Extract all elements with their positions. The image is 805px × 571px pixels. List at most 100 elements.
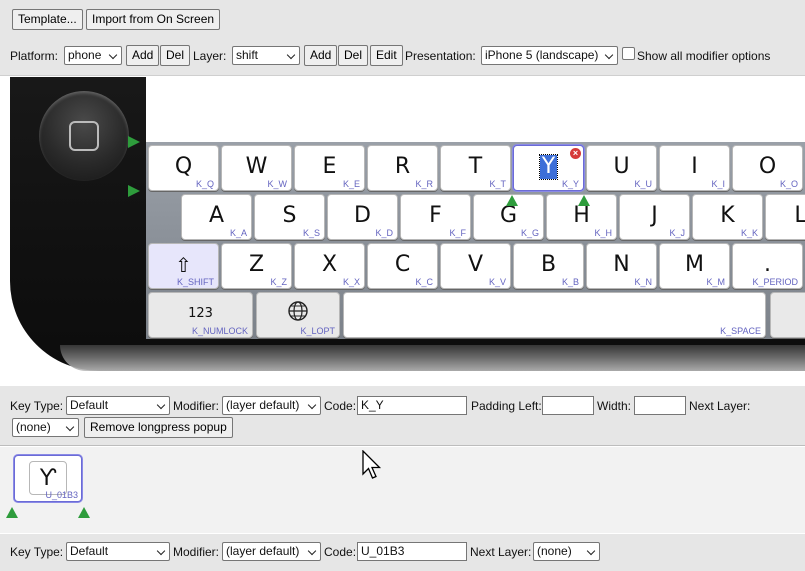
key-k-o[interactable]: O K_O xyxy=(732,145,803,191)
selected-glyph: Y xyxy=(538,154,559,180)
key-k-f[interactable]: F K_F xyxy=(400,194,471,240)
key-k-r[interactable]: R K_R xyxy=(367,145,438,191)
sub-next-layer-select[interactable]: (none) xyxy=(533,542,600,561)
sub-next-layer-label: Next Layer: xyxy=(470,545,532,559)
platform-add-button[interactable]: Add xyxy=(126,45,160,66)
import-button[interactable]: Import from On Screen xyxy=(86,9,221,30)
longpress-key-u-01b3[interactable]: Ƴ U_01B3 xyxy=(14,455,82,502)
key-k-space[interactable]: K_SPACE xyxy=(343,292,766,338)
key-k-n[interactable]: N K_N xyxy=(586,243,657,289)
key-k-numlock[interactable]: 123 K_NUMLOCK xyxy=(148,292,253,338)
show-all-label: Show all modifier options xyxy=(637,49,771,63)
key-id: K_C xyxy=(415,277,433,287)
key-k-e[interactable]: E K_E xyxy=(294,145,365,191)
key-id: K_LOPT xyxy=(300,326,335,336)
key-k-lopt[interactable]: K_LOPT xyxy=(256,292,340,338)
layer-select[interactable]: shift xyxy=(232,46,300,65)
key-k-j[interactable]: J K_J xyxy=(619,194,690,240)
sub-code-label: Code: xyxy=(324,545,357,559)
key-k-z[interactable]: Z K_Z xyxy=(221,243,292,289)
presentation-select[interactable]: iPhone 5 (landscape) xyxy=(481,46,618,65)
longpress-marker-icon[interactable] xyxy=(506,195,518,206)
layer-edit-button[interactable]: Edit xyxy=(370,45,403,66)
key-cap: G xyxy=(499,203,518,228)
key-cap: R xyxy=(394,154,411,179)
key-cap: 123 xyxy=(188,306,213,321)
code-input[interactable]: K_Y xyxy=(357,396,467,415)
template-button[interactable]: Template... xyxy=(12,9,83,30)
key-id: K_O xyxy=(779,179,798,189)
key-k-l[interactable]: L xyxy=(765,194,805,240)
key-k-period[interactable]: . K_PERIOD xyxy=(732,243,803,289)
layer-add-button[interactable]: Add xyxy=(304,45,338,66)
key-k-c[interactable]: C K_C xyxy=(367,243,438,289)
key-k-t[interactable]: T K_T xyxy=(440,145,511,191)
key-cap: I xyxy=(691,154,698,179)
mouse-cursor-icon xyxy=(362,450,382,479)
key-k-q[interactable]: Q K_Q xyxy=(148,145,219,191)
key-k-d[interactable]: D K_D xyxy=(327,194,398,240)
sub-key-type-label: Key Type: xyxy=(10,545,64,559)
key-partial[interactable] xyxy=(770,292,805,338)
key-k-u[interactable]: U K_U xyxy=(586,145,657,191)
key-k-k[interactable]: K K_K xyxy=(692,194,763,240)
key-id: K_Y xyxy=(561,179,579,189)
key-type-select[interactable]: Default xyxy=(66,396,170,415)
key-k-x[interactable]: X K_X xyxy=(294,243,365,289)
key-id: K_B xyxy=(561,277,579,287)
sub-code-input[interactable]: U_01B3 xyxy=(357,542,467,561)
key-id: K_S xyxy=(302,228,320,238)
add-longpress-marker-icon[interactable] xyxy=(78,507,90,518)
key-k-s[interactable]: S K_S xyxy=(254,194,325,240)
key-cap: M xyxy=(685,252,704,277)
key-id: U_01B3 xyxy=(45,490,78,500)
key-id: K_Z xyxy=(270,277,287,287)
platform-del-button[interactable]: Del xyxy=(160,45,191,66)
phone-preview: Q K_Q W K_W E K_E R K_R T K_T Y K_Y × U … xyxy=(0,77,805,385)
longpress-marker-icon[interactable] xyxy=(578,195,590,206)
modifier-select[interactable]: (layer default) xyxy=(222,396,321,415)
sub-modifier-select[interactable]: (layer default) xyxy=(222,542,321,561)
subkey-properties-panel: Key Type: Default Modifier: (layer defau… xyxy=(0,534,805,571)
home-button-icon xyxy=(39,91,129,181)
layer-del-button[interactable]: Del xyxy=(338,45,369,66)
show-all-checkbox[interactable] xyxy=(622,47,635,60)
key-k-y-selected[interactable]: Y K_Y × xyxy=(513,145,584,191)
key-k-v[interactable]: V K_V xyxy=(440,243,511,289)
sub-modifier-label: Modifier: xyxy=(173,545,220,559)
add-row-marker-icon[interactable] xyxy=(128,185,140,197)
add-row-marker-icon[interactable] xyxy=(128,136,140,148)
padding-left-input[interactable] xyxy=(542,396,594,415)
remove-longpress-button[interactable]: Remove longpress popup xyxy=(84,417,233,438)
key-cap: X xyxy=(321,252,338,277)
key-id: K_G xyxy=(520,228,539,238)
add-longpress-marker-icon[interactable] xyxy=(6,507,18,518)
key-id: K_V xyxy=(488,277,506,287)
sub-key-type-select[interactable]: Default xyxy=(66,542,170,561)
layer-label: Layer: xyxy=(193,49,227,63)
width-input[interactable] xyxy=(634,396,686,415)
key-k-shift[interactable]: ⇧ K_SHIFT xyxy=(148,243,219,289)
key-id: K_H xyxy=(594,228,612,238)
padding-left-label: Padding Left: xyxy=(471,399,542,413)
key-id: K_D xyxy=(375,228,393,238)
key-k-m[interactable]: M K_M xyxy=(659,243,730,289)
key-cap: Q xyxy=(174,154,193,179)
delete-key-icon[interactable]: × xyxy=(570,148,581,159)
key-k-b[interactable]: B K_B xyxy=(513,243,584,289)
key-k-a[interactable]: A K_A xyxy=(181,194,252,240)
presentation-label: Presentation: xyxy=(405,49,476,63)
key-cap: Z xyxy=(248,252,265,277)
key-cap: E xyxy=(322,154,337,179)
key-cap: W xyxy=(245,154,268,179)
key-k-i[interactable]: I K_I xyxy=(659,145,730,191)
key-cap: O xyxy=(758,154,777,179)
next-layer-label: Next Layer: xyxy=(689,399,751,413)
keyboard: Q K_Q W K_W E K_E R K_R T K_T Y K_Y × U … xyxy=(146,142,805,339)
key-type-label: Key Type: xyxy=(10,399,64,413)
next-layer-select[interactable]: (none) xyxy=(12,418,79,437)
width-label: Width: xyxy=(597,399,632,413)
platform-select[interactable]: phone xyxy=(64,46,122,65)
key-id: K_T xyxy=(489,179,506,189)
key-k-w[interactable]: W K_W xyxy=(221,145,292,191)
